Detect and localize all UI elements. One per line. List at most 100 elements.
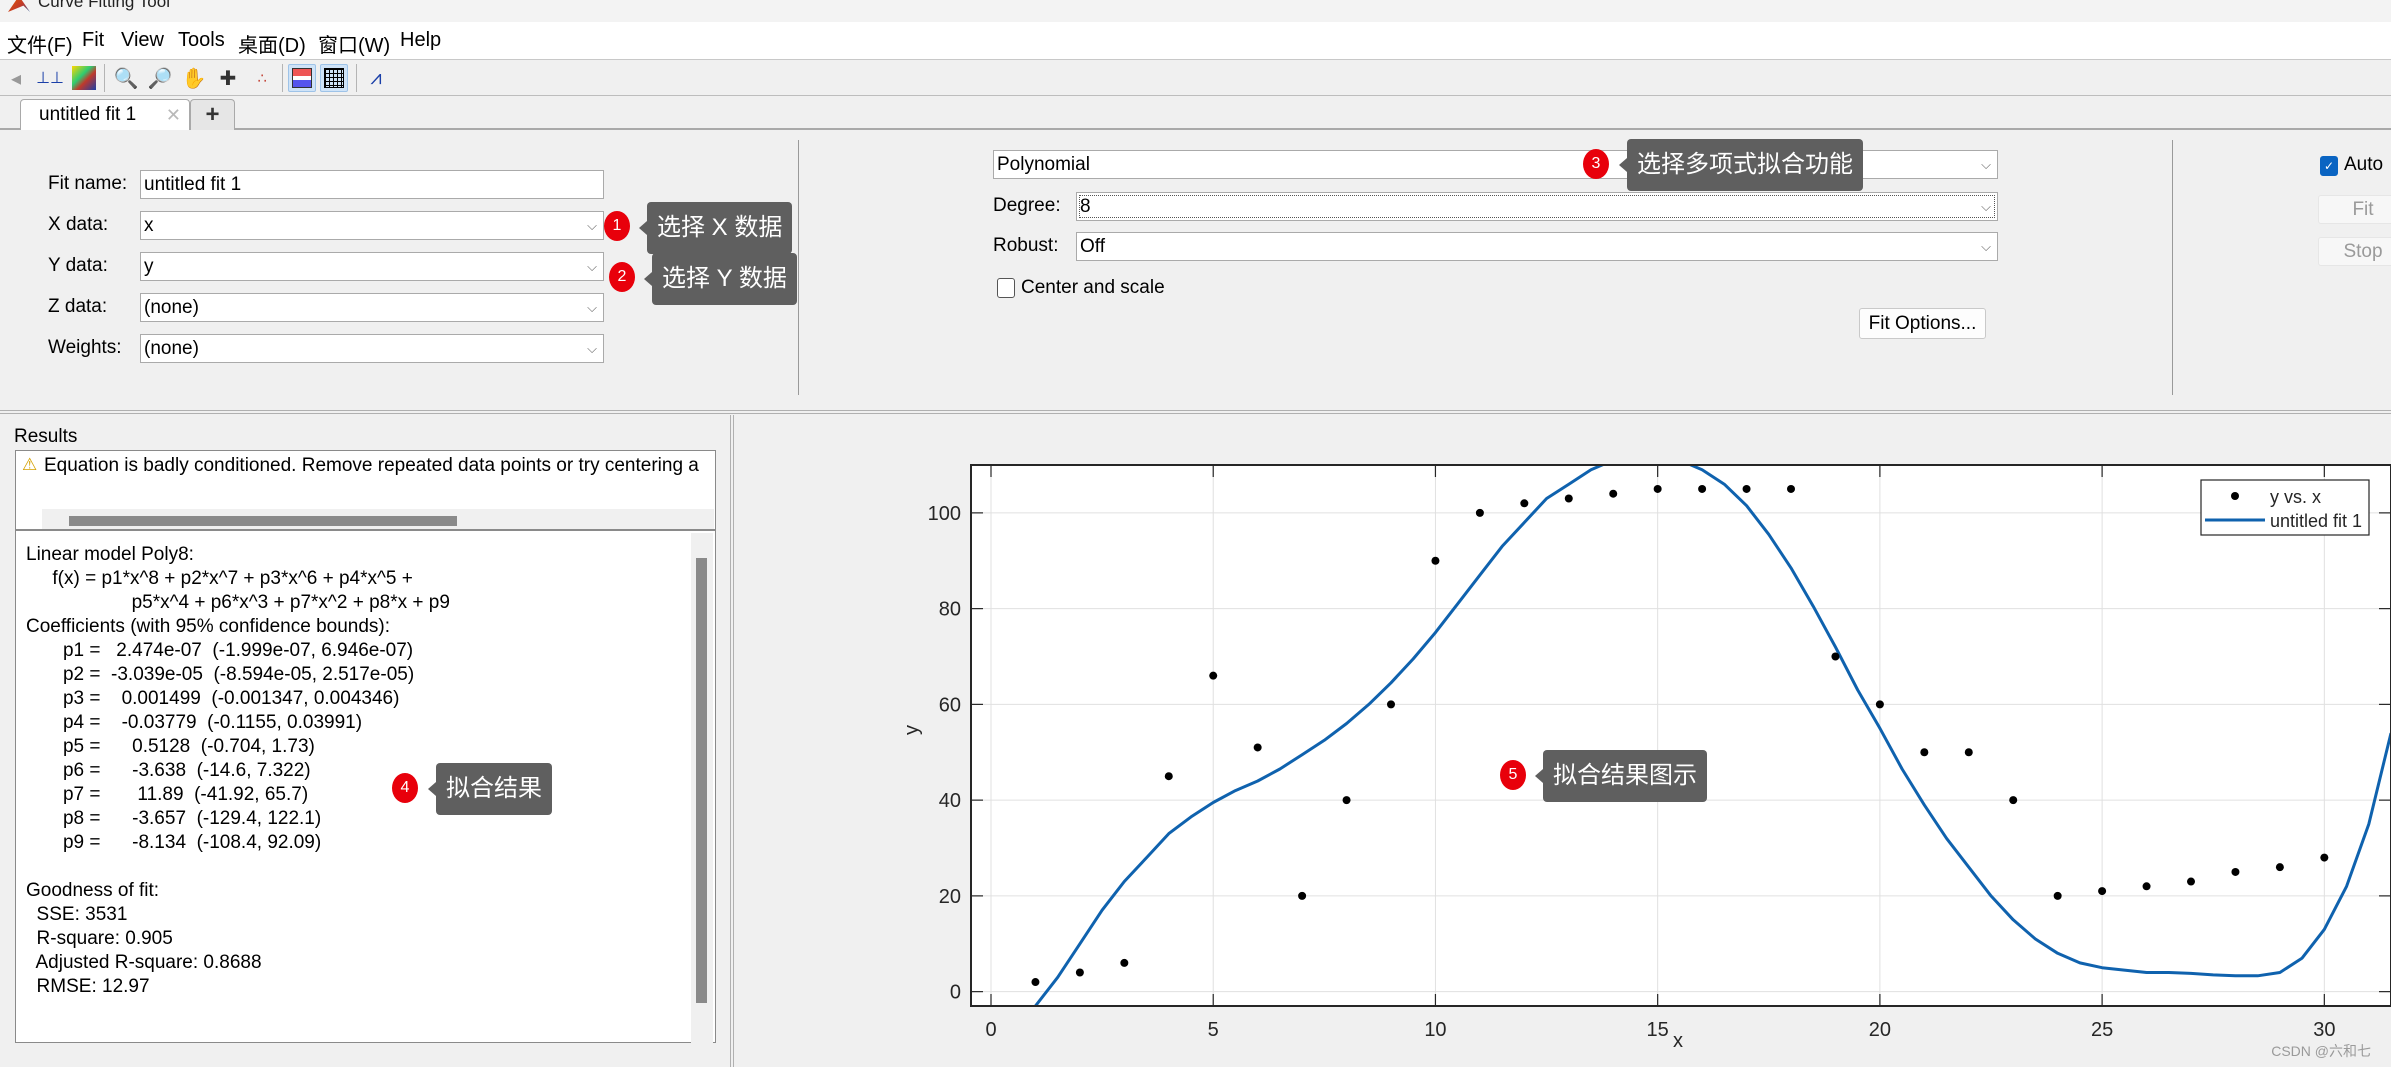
x-tick-label: 15 bbox=[1647, 1019, 1669, 1041]
data-cursor-add-icon[interactable]: ✚ bbox=[214, 64, 242, 92]
grid bbox=[971, 465, 2391, 1006]
scrollbar-thumb[interactable] bbox=[696, 558, 707, 1003]
tab-untitled-fit-1[interactable]: untitled fit 1 ✕ bbox=[20, 99, 190, 130]
data-point bbox=[1609, 489, 1618, 498]
menu-view[interactable]: View bbox=[121, 29, 164, 52]
menu-window[interactable]: 窗口(W) bbox=[318, 29, 390, 58]
menu-desktop[interactable]: 桌面(D) bbox=[238, 29, 306, 58]
fit-name-value: untitled fit 1 bbox=[144, 174, 242, 195]
x-data-label: X data: bbox=[48, 214, 109, 235]
legend-toggle-icon[interactable] bbox=[288, 64, 316, 92]
annotation-text: 拟合结果图示 bbox=[1535, 750, 1707, 802]
y-tick-label: 60 bbox=[939, 694, 961, 716]
y-tick-label: 100 bbox=[928, 503, 961, 525]
degree-select[interactable]: 8 ⌵ bbox=[1076, 192, 1998, 221]
data-point bbox=[1475, 508, 1484, 517]
data-point bbox=[2275, 863, 2284, 872]
data-point bbox=[1698, 484, 1707, 493]
center-scale-checkbox[interactable] bbox=[997, 278, 1015, 298]
axes-limits-icon[interactable]: ⩘ bbox=[362, 64, 390, 92]
chevron-down-icon: ⌵ bbox=[587, 218, 597, 233]
y-axis-label: y bbox=[901, 725, 923, 735]
colormap-icon[interactable] bbox=[70, 64, 98, 92]
data-point bbox=[2142, 882, 2151, 891]
pan-icon[interactable]: ✋ bbox=[180, 64, 208, 92]
axes-box bbox=[970, 464, 2391, 1007]
legend: y vs. x untitled fit 1 bbox=[2200, 479, 2370, 536]
weights-select[interactable]: (none) ⌵ bbox=[140, 334, 604, 363]
annotation-number: 1 bbox=[604, 211, 630, 241]
data-point bbox=[1520, 499, 1529, 508]
add-fit-tab-button[interactable]: + bbox=[190, 99, 235, 130]
degree-label: Degree: bbox=[993, 195, 1061, 216]
menu-help[interactable]: Help bbox=[400, 29, 441, 52]
fit-curve bbox=[1034, 465, 2391, 1006]
data-point bbox=[1075, 968, 1084, 977]
annotation-number: 4 bbox=[392, 773, 418, 803]
matlab-logo-icon bbox=[8, 0, 30, 12]
toolbar-separator bbox=[104, 64, 105, 92]
data-point bbox=[1920, 748, 1929, 757]
z-data-value: (none) bbox=[144, 297, 199, 318]
data-point bbox=[1875, 700, 1884, 709]
robust-label: Robust: bbox=[993, 235, 1059, 256]
data-point bbox=[2009, 796, 2018, 805]
results-vscrollbar[interactable] bbox=[691, 533, 713, 1043]
y-tick-label: 20 bbox=[939, 886, 961, 908]
title-bar: Curve Fitting Tool bbox=[0, 0, 2391, 22]
exclude-outliers-icon[interactable]: ∴ bbox=[248, 64, 276, 92]
data-cursor-icon[interactable]: ⊥⊥ bbox=[36, 64, 64, 92]
fit-button[interactable]: Fit bbox=[2318, 195, 2391, 224]
legend-entry-points: y vs. x bbox=[2270, 487, 2321, 507]
data-point bbox=[1031, 978, 1040, 987]
x-data-select[interactable]: x ⌵ bbox=[140, 211, 604, 240]
weights-value: (none) bbox=[144, 338, 199, 359]
fit-options-button[interactable]: Fit Options... bbox=[1859, 308, 1986, 339]
vertical-splitter[interactable] bbox=[730, 415, 734, 1067]
data-point bbox=[1120, 958, 1129, 967]
results-title: Results bbox=[14, 426, 78, 447]
data-point bbox=[1342, 796, 1351, 805]
data-point bbox=[1387, 700, 1395, 709]
y-data-select[interactable]: y ⌵ bbox=[140, 252, 604, 281]
panel-divider bbox=[2172, 140, 2173, 395]
data-point bbox=[2053, 891, 2062, 900]
warning-area: ⚠ Equation is badly conditioned. Remove … bbox=[16, 451, 715, 531]
data-point bbox=[1164, 772, 1173, 781]
scrollbar-thumb[interactable] bbox=[69, 516, 457, 526]
grid-toggle-icon[interactable] bbox=[320, 64, 348, 92]
panel-divider bbox=[798, 140, 799, 395]
fit-name-label: Fit name: bbox=[48, 173, 128, 194]
menu-fit[interactable]: Fit bbox=[82, 29, 104, 52]
z-data-select[interactable]: (none) ⌵ bbox=[140, 293, 604, 322]
data-point bbox=[1653, 484, 1662, 493]
menu-tools[interactable]: Tools bbox=[178, 29, 225, 52]
robust-select[interactable]: Off ⌵ bbox=[1076, 232, 1998, 261]
chevron-down-icon: ⌵ bbox=[1981, 157, 1991, 172]
warning-text: Equation is badly conditioned. Remove re… bbox=[44, 455, 699, 476]
horizontal-splitter[interactable] bbox=[0, 410, 2391, 414]
chevron-down-icon: ⌵ bbox=[1981, 199, 1991, 214]
x-tick-label: 30 bbox=[2313, 1019, 2335, 1041]
toolbar-separator bbox=[282, 64, 283, 92]
annotation-number: 2 bbox=[609, 262, 635, 292]
tab-label: untitled fit 1 bbox=[39, 104, 137, 125]
close-tab-icon[interactable]: ✕ bbox=[166, 100, 181, 130]
data-point bbox=[2187, 877, 2195, 886]
prev-icon[interactable]: ◂ bbox=[2, 64, 30, 92]
zoom-in-icon[interactable]: 🔍 bbox=[112, 64, 140, 92]
z-data-label: Z data: bbox=[48, 296, 108, 317]
axes-background bbox=[971, 465, 2391, 1006]
y-tick-label: 80 bbox=[939, 599, 961, 621]
warning-icon: ⚠ bbox=[22, 455, 38, 474]
menu-file[interactable]: 文件(F) bbox=[7, 29, 73, 58]
window-title: Curve Fitting Tool bbox=[38, 0, 170, 11]
zoom-out-icon[interactable]: 🔎 bbox=[146, 64, 174, 92]
auto-fit-checkbox[interactable]: ✓ bbox=[2320, 156, 2338, 176]
warning-hscrollbar[interactable] bbox=[42, 509, 714, 529]
stop-button[interactable]: Stop bbox=[2318, 237, 2391, 266]
toolbar: ◂ ⊥⊥ 🔍 🔎 ✋ ✚ ∴ ⩘ bbox=[0, 60, 2391, 96]
chevron-down-icon: ⌵ bbox=[1981, 239, 1991, 254]
chevron-down-icon: ⌵ bbox=[587, 259, 597, 274]
fit-name-input[interactable]: untitled fit 1 bbox=[140, 170, 604, 199]
